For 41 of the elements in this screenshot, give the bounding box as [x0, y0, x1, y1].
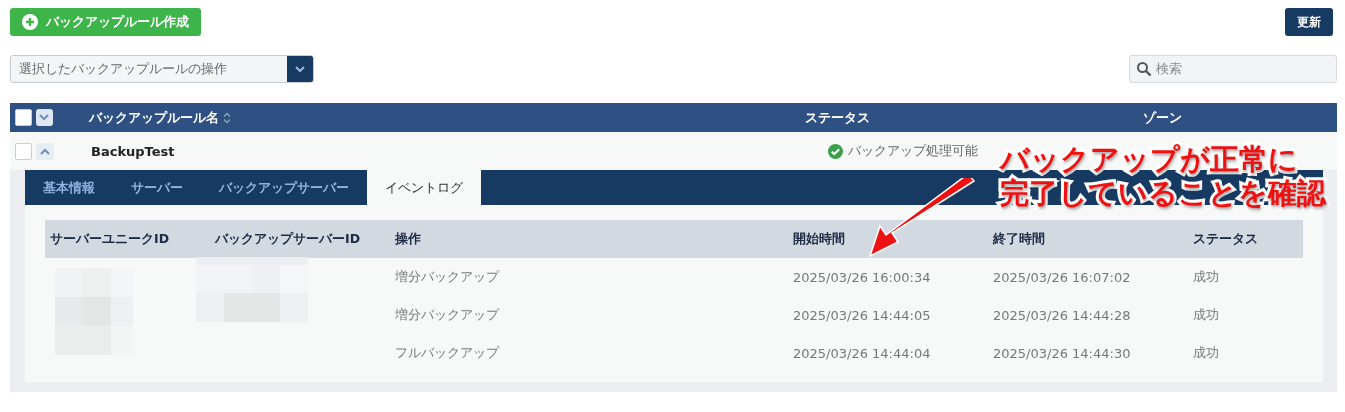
- table-cell: 2025/03/26 14:44:04: [793, 345, 931, 361]
- select-all-checkbox[interactable]: [15, 109, 32, 126]
- row-checkbox[interactable]: [15, 142, 32, 160]
- table-cell: 2025/03/26 16:07:02: [993, 269, 1131, 285]
- column-header: 開始時間: [788, 220, 988, 258]
- column-header: 終了時間: [988, 220, 1188, 258]
- table-cell: 成功: [1193, 306, 1219, 324]
- table-cell: 2025/03/26 14:44:30: [993, 345, 1131, 361]
- rule-status: バックアップ処理可能: [848, 142, 978, 160]
- column-header[interactable]: バックアップルール名: [89, 108, 219, 127]
- plus-icon: [22, 14, 38, 30]
- table-cell: 成功: [1193, 268, 1219, 286]
- sort-icon[interactable]: [223, 111, 231, 124]
- table-cell: 増分バックアップ: [395, 306, 499, 324]
- column-header: ステータス: [804, 108, 870, 127]
- column-header: ステータス: [1188, 220, 1303, 258]
- rule-name: BackupTest: [91, 143, 175, 159]
- bulk-action-dropdown[interactable]: 選択したバックアップルールの操作: [10, 55, 314, 83]
- search-field[interactable]: 検索: [1129, 55, 1337, 83]
- chevron-down-icon: [39, 114, 50, 121]
- chevron-down-icon: [295, 65, 305, 73]
- table-cell: 2025/03/26 16:00:34: [793, 269, 931, 285]
- detail-tab[interactable]: バックアップサーバー: [201, 170, 367, 205]
- detail-tab[interactable]: サーバー: [113, 170, 201, 205]
- expand-all-toggle[interactable]: [35, 109, 54, 126]
- table-cell: 2025/03/26 14:44:28: [993, 307, 1131, 323]
- table-cell: 増分バックアップ: [395, 268, 499, 286]
- column-header: サーバーユニークID: [45, 220, 210, 258]
- column-header: バックアップサーバーID: [210, 220, 390, 258]
- detail-tab[interactable]: 基本情報: [25, 170, 113, 205]
- column-header: 操作: [390, 220, 788, 258]
- column-header: ゾーン: [1142, 108, 1182, 127]
- refresh-button[interactable]: 更新: [1285, 8, 1333, 36]
- table-cell: 2025/03/26 14:44:05: [793, 307, 931, 323]
- search-icon: [1136, 61, 1152, 77]
- table-cell: フルバックアップ: [395, 344, 499, 362]
- detail-tab[interactable]: イベントログ: [367, 170, 481, 205]
- annotation-text: バックアップが正常に: [1000, 142, 1299, 176]
- expand-toggle[interactable]: [36, 142, 54, 160]
- chevron-up-icon: [40, 147, 50, 155]
- table-cell: 成功: [1193, 344, 1219, 362]
